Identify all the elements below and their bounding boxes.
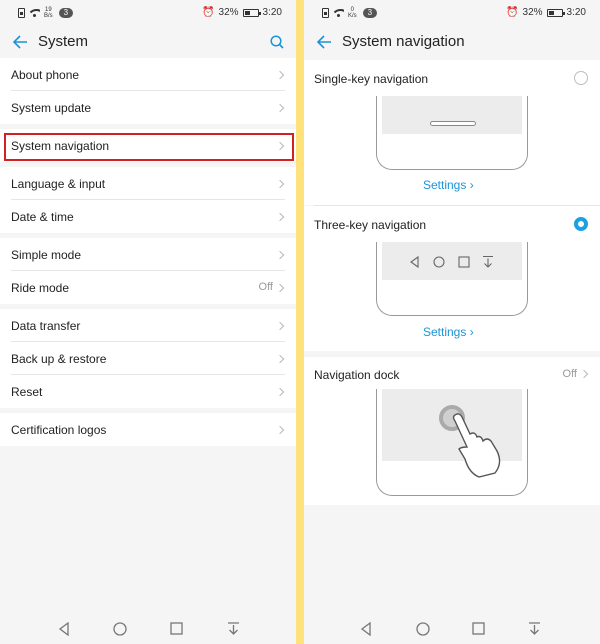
settings-row[interactable]: Date & time [0,200,296,233]
page-title: System navigation [342,33,465,50]
three-key-settings-link[interactable]: Settings › [423,325,474,339]
chevron-right-icon [579,369,589,379]
three-key-label: Three-key navigation [314,218,427,232]
app-header: System [0,26,296,58]
chevron-right-icon [275,103,285,113]
network-speed: 0 K/s [348,7,357,19]
navigation-dock-label: Navigation dock [314,368,400,382]
settings-row-label: Back up & restore [11,351,107,366]
battery-percent: 32% [218,7,239,18]
notification-pull-icon[interactable] [227,622,240,636]
notification-pull-icon[interactable] [528,622,541,636]
three-key-buttons-icon [410,255,493,269]
sim-icon [18,8,25,18]
settings-row[interactable]: System update [0,91,296,124]
home-circle-icon[interactable] [113,622,127,636]
settings-group: Language & input Date & time [0,167,296,233]
chevron-right-icon [275,321,285,331]
network-speed: 19 B/s [44,7,53,19]
battery-icon [242,8,261,17]
navigation-bar [0,614,296,644]
chevron-right-icon [275,70,285,80]
app-header: System navigation [304,26,600,58]
back-triangle-icon[interactable] [360,622,372,636]
notification-badge: 3 [58,8,74,18]
settings-row[interactable]: Reset [0,375,296,408]
wifi-icon [333,8,344,18]
settings-group: Simple mode Ride mode Off [0,238,296,304]
settings-row[interactable]: About phone [0,58,296,91]
settings-group: Data transfer Back up & restore Reset [0,309,296,408]
settings-row[interactable]: Back up & restore [0,342,296,375]
single-key-label: Single-key navigation [314,72,429,86]
alarm-icon: ⏰ [202,7,215,18]
chevron-right-icon [275,283,285,293]
status-bar: 19 B/s 3 ⏰ 32% 3:20 [0,0,296,26]
settings-row-value: Off [258,281,273,293]
search-icon[interactable] [270,35,284,49]
back-arrow-icon[interactable] [316,34,332,50]
chevron-right-icon [275,425,285,435]
settings-row[interactable]: Simple mode [0,238,296,271]
chevron-right-icon [275,387,285,397]
battery-icon [546,8,565,17]
home-circle-icon[interactable] [416,622,430,636]
settings-row[interactable]: Ride mode Off [0,271,296,304]
chevron-right-icon [275,179,285,189]
clock: 3:20 [566,7,586,18]
settings-row-label: Date & time [11,209,74,224]
notification-badge: 3 [362,8,378,18]
back-triangle-icon[interactable] [58,622,70,636]
three-key-radio[interactable] [574,217,588,231]
settings-row-label: Data transfer [11,318,81,333]
navigation-dock-status: Off [562,368,577,380]
chevron-right-icon [275,354,285,364]
settings-row[interactable]: Language & input [0,167,296,200]
battery-percent: 32% [522,7,543,18]
settings-group: Certification logos [0,413,296,446]
status-bar: 0 K/s 3 ⏰ 32% 3:20 [304,0,600,26]
three-key-option[interactable]: Three-key navigation Settings › [304,206,600,351]
settings-row-label: Simple mode [11,247,82,262]
navigation-dock-preview [376,389,528,496]
settings-row-label: Certification logos [11,422,107,437]
system-navigation-screen: 0 K/s 3 ⏰ 32% 3:20 System navigation Sing… [304,0,600,644]
single-key-radio[interactable] [574,71,588,85]
hand-pointer-icon [439,405,501,478]
single-key-option[interactable]: Single-key navigation Settings › [304,60,600,205]
single-key-bar-icon [430,121,476,126]
settings-row-label: Language & input [11,176,106,191]
clock: 3:20 [262,7,282,18]
single-key-settings-link[interactable]: Settings › [423,178,474,192]
selection-highlight [4,133,294,161]
back-arrow-icon[interactable] [12,34,28,50]
settings-row[interactable]: Certification logos [0,413,296,446]
settings-row-label: System update [11,100,92,115]
navigation-dock-option[interactable]: Navigation dock Off [304,357,600,505]
settings-row-label: About phone [11,67,80,82]
single-key-preview [376,96,528,170]
page-title: System [38,33,89,50]
recents-square-icon[interactable] [170,622,183,635]
system-screen: 19 B/s 3 ⏰ 32% 3:20 System About phone Sys… [0,0,296,644]
recents-square-icon[interactable] [472,622,485,635]
navigation-bar [304,614,600,644]
sim-icon [322,8,329,18]
chevron-right-icon [275,212,285,222]
settings-group: About phone System update [0,58,296,124]
settings-row-label: Reset [11,384,43,399]
wifi-icon [29,8,40,18]
alarm-icon: ⏰ [506,7,519,18]
chevron-right-icon [275,250,285,260]
settings-row-label: Ride mode [11,280,70,295]
settings-row[interactable]: Data transfer [0,309,296,342]
three-key-preview [376,242,528,316]
